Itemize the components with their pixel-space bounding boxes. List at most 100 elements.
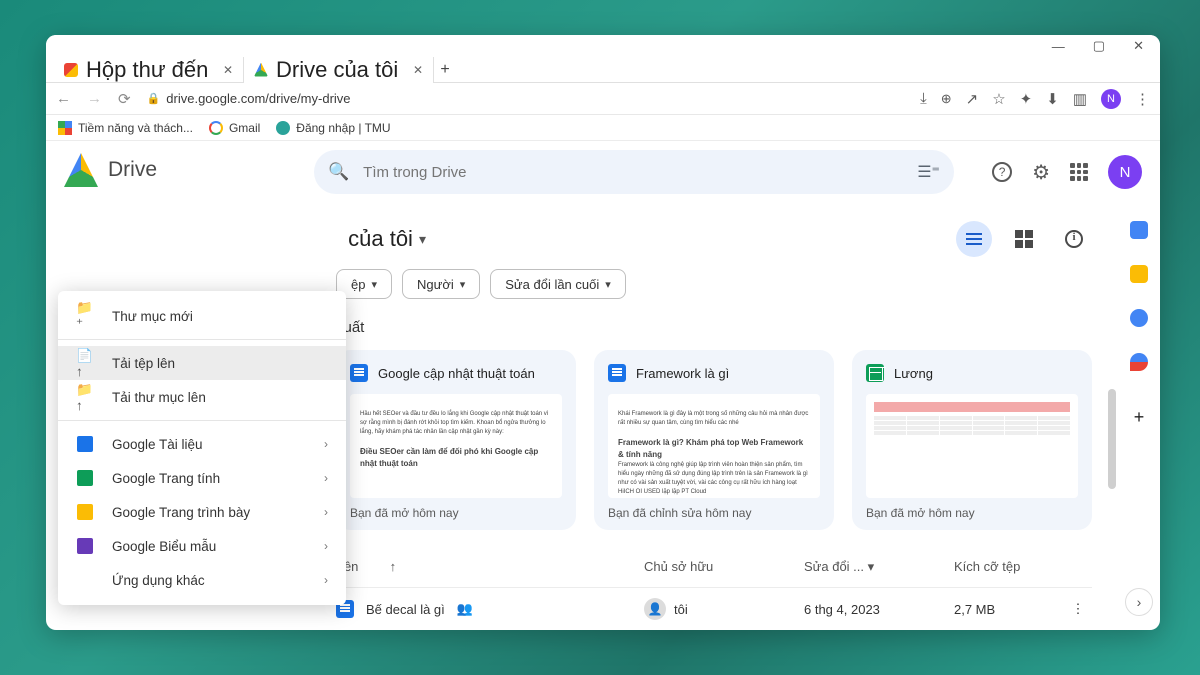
info-button[interactable] — [1056, 221, 1092, 257]
maximize-button[interactable]: ▢ — [1093, 38, 1105, 54]
keep-app-icon[interactable] — [1130, 265, 1148, 283]
suggested-heading: xuất — [336, 319, 1092, 336]
filter-button[interactable] — [956, 221, 992, 257]
menu-google-slides[interactable]: Google Trang trình bày › — [58, 495, 346, 529]
bookmark-icon[interactable]: ☆ — [992, 90, 1005, 108]
menu-google-sheets[interactable]: Google Trang tính › — [58, 461, 346, 495]
help-icon[interactable]: ? — [992, 162, 1012, 182]
close-tab-icon[interactable]: ✕ — [413, 63, 423, 77]
suggested-cards: Google cập nhật thuật toán Hầu hết SEOer… — [336, 350, 1092, 530]
url-text: drive.google.com/drive/my-drive — [166, 91, 350, 106]
bookmark-item[interactable]: Tiềm năng và thách... — [58, 121, 193, 135]
panel-icon[interactable]: ▥ — [1073, 90, 1087, 108]
docs-icon — [608, 364, 626, 382]
file-table: Tên ↑ Chủ sở hữu Sửa đổi ... ▾ Kích cỡ t… — [336, 546, 1092, 630]
docs-icon — [77, 436, 93, 452]
chip-modified[interactable]: Sửa đổi lần cuối▾ — [490, 269, 626, 299]
new-folder-icon: 📁⁺ — [76, 300, 94, 332]
row-more-button[interactable]: ⋮ — [1064, 601, 1092, 617]
slides-icon — [77, 504, 93, 520]
forward-button[interactable]: → — [87, 90, 102, 107]
side-panel: + › — [1118, 203, 1160, 630]
table-row[interactable]: Bế decal là gì👥 👤tôi 6 thg 4, 2023 2,7 M… — [336, 588, 1092, 630]
menu-icon[interactable]: ⋮ — [1135, 90, 1150, 108]
chevron-right-icon: › — [324, 471, 328, 485]
tasks-app-icon[interactable] — [1130, 309, 1148, 327]
col-size[interactable]: Kích cỡ tệp — [954, 559, 1064, 574]
chevron-right-icon: › — [324, 437, 328, 451]
card-footer: Bạn đã mở hôm nay — [350, 506, 562, 520]
calendar-app-icon[interactable] — [1130, 221, 1148, 239]
new-context-menu: 📁⁺ Thư mục mới 📄↑ Tải tệp lên 📁↑ Tải thư… — [58, 291, 346, 605]
search-options-icon[interactable]: ☰⁼ — [917, 162, 940, 182]
close-tab-icon[interactable]: ✕ — [223, 63, 233, 77]
suggested-card[interactable]: Lương Bạn đã mở hôm nay — [852, 350, 1092, 530]
col-owner[interactable]: Chủ sở hữu — [644, 559, 804, 574]
zoom-icon[interactable]: ⊕ — [941, 91, 952, 107]
scrollbar-thumb[interactable] — [1108, 389, 1116, 489]
info-icon — [1065, 230, 1083, 248]
sheets-icon — [866, 364, 884, 382]
add-app-button[interactable]: + — [1134, 407, 1145, 428]
gmail-icon — [64, 63, 78, 77]
search-icon: 🔍 — [328, 162, 349, 182]
menu-more-apps[interactable]: Ứng dụng khác › — [58, 563, 346, 597]
location-breadcrumb[interactable]: của tôi ▾ — [336, 226, 426, 252]
menu-upload-file[interactable]: 📄↑ Tải tệp lên — [58, 346, 346, 380]
reload-button[interactable]: ⟳ — [118, 90, 131, 108]
address-bar: ← → ⟳ 🔒 drive.google.com/drive/my-drive … — [46, 83, 1160, 115]
minimize-button[interactable]: ― — [1052, 39, 1065, 54]
card-footer: Bạn đã mở hôm nay — [866, 506, 1078, 520]
bookmark-item[interactable]: Đăng nhập | TMU — [276, 121, 390, 135]
account-avatar[interactable]: N — [1108, 155, 1142, 189]
owner-avatar: 👤 — [644, 598, 666, 620]
caret-down-icon: ▾ — [868, 559, 875, 574]
url-field[interactable]: 🔒 drive.google.com/drive/my-drive — [147, 91, 905, 106]
menu-google-docs[interactable]: Google Tài liệu › — [58, 427, 346, 461]
expand-panel-button[interactable]: › — [1125, 588, 1153, 616]
grid-view-button[interactable] — [1006, 221, 1042, 257]
suggested-card[interactable]: Framework là gì Khái Framework là gì đây… — [594, 350, 834, 530]
chip-people[interactable]: Người▾ — [402, 269, 480, 299]
settings-icon[interactable]: ⚙ — [1032, 160, 1050, 185]
close-button[interactable]: ✕ — [1133, 38, 1144, 54]
caret-down-icon: ▾ — [460, 278, 466, 291]
table-header: Tên ↑ Chủ sở hữu Sửa đổi ... ▾ Kích cỡ t… — [336, 546, 1092, 588]
suggested-card[interactable]: Google cập nhật thuật toán Hầu hết SEOer… — [336, 350, 576, 530]
back-button[interactable]: ← — [56, 90, 71, 107]
window-controls: ― ▢ ✕ — [46, 35, 1160, 57]
sheets-icon — [77, 470, 93, 486]
download-icon[interactable]: ⬇ — [1046, 90, 1059, 108]
search-bar[interactable]: 🔍 ☰⁼ — [314, 150, 954, 194]
upload-folder-icon: 📁↑ — [76, 382, 94, 413]
menu-upload-folder[interactable]: 📁↑ Tải thư mục lên — [58, 380, 346, 414]
install-icon[interactable]: ⤓ — [920, 90, 927, 107]
contacts-app-icon[interactable] — [1130, 353, 1148, 371]
menu-new-folder[interactable]: 📁⁺ Thư mục mới — [58, 299, 346, 333]
chevron-right-icon: › — [324, 505, 328, 519]
chevron-right-icon: › — [324, 539, 328, 553]
card-preview: Khái Framework là gì đây là một trong số… — [608, 394, 820, 498]
share-icon[interactable]: ↗ — [966, 90, 979, 108]
tab-gmail[interactable]: Hộp thư đến (183) - nguyenhoan ✕ — [54, 57, 244, 83]
drive-header: 🔍 ☰⁼ ? ⚙ N — [314, 141, 1160, 203]
extension-icon[interactable]: ✦ — [1020, 90, 1033, 108]
bookmark-item[interactable]: Gmail — [209, 121, 260, 135]
profile-avatar[interactable]: N — [1101, 89, 1121, 109]
google-icon — [209, 121, 223, 135]
col-modified[interactable]: Sửa đổi ... ▾ — [804, 559, 954, 575]
chevron-right-icon: › — [324, 573, 328, 587]
tmu-icon — [276, 121, 290, 135]
tab-drive[interactable]: Drive của tôi - Google Drive ✕ — [244, 57, 434, 83]
card-preview — [866, 394, 1078, 498]
search-input[interactable] — [363, 164, 903, 181]
filter-chips: ệp▾ Người▾ Sửa đổi lần cuối▾ — [336, 269, 1092, 299]
menu-google-forms[interactable]: Google Biểu mẫu › — [58, 529, 346, 563]
drive-brand[interactable]: Drive — [60, 153, 296, 187]
new-tab-button[interactable]: + — [434, 61, 456, 79]
grid-icon — [1015, 230, 1033, 248]
apps-icon[interactable] — [1070, 163, 1088, 181]
main-panel: của tôi ▾ ệp▾ Người▾ Sửa đổi lần cuối▾ x… — [306, 203, 1118, 630]
shared-icon: 👥 — [457, 601, 473, 617]
col-name[interactable]: Tên ↑ — [336, 559, 644, 574]
